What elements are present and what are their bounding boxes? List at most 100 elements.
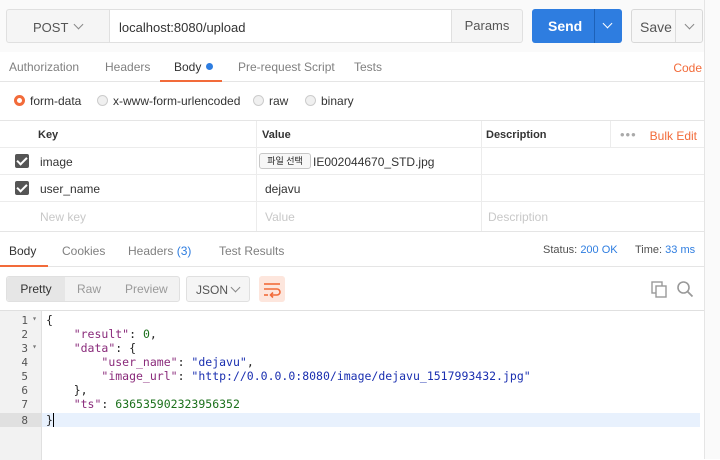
radio-icon <box>97 95 108 106</box>
line-number: 1 ▾ <box>21 314 37 327</box>
active-tab-underline <box>0 265 48 267</box>
column-value: Value <box>262 129 291 141</box>
radio-urlencoded[interactable]: x-www-form-urlencoded <box>97 94 240 108</box>
radio-form-data-label: form-data <box>30 94 82 108</box>
row-key[interactable]: user_name <box>40 182 100 196</box>
table-row: user_name dejavu <box>0 175 720 202</box>
row-key[interactable]: image <box>40 155 73 169</box>
new-key-input[interactable]: New key <box>40 210 86 224</box>
send-dropdown-icon[interactable] <box>602 18 613 29</box>
radio-binary[interactable]: binary <box>305 94 354 108</box>
request-bar: POST localhost:8080/upload Params Send S… <box>0 0 720 52</box>
line-number: 8 <box>0 413 42 427</box>
radio-icon <box>253 95 264 106</box>
time-label: Time: <box>635 244 663 256</box>
code-line: } <box>46 413 54 427</box>
params-button[interactable]: Params <box>451 9 523 43</box>
choose-file-button[interactable]: 파일 선택 <box>259 153 311 169</box>
format-select[interactable]: JSON <box>186 276 250 302</box>
text-cursor <box>52 413 54 427</box>
tab-body[interactable]: Body <box>174 60 214 74</box>
tab-body-label: Body <box>174 60 202 74</box>
row-value[interactable]: dejavu <box>265 182 300 196</box>
wrap-lines-icon <box>264 283 281 299</box>
chevron-down-icon <box>73 19 84 30</box>
tab-test-results[interactable]: Test Results <box>219 244 284 258</box>
radio-raw-label: raw <box>269 94 289 108</box>
save-button[interactable]: Save <box>631 9 703 43</box>
tab-cookies[interactable]: Cookies <box>62 244 105 258</box>
radio-selected-icon <box>14 95 25 106</box>
request-tabs: Authorization Headers Body Pre-request S… <box>0 52 720 82</box>
active-tab-underline <box>160 80 222 82</box>
view-pretty-button[interactable]: Pretty <box>7 277 65 301</box>
send-button[interactable]: Send <box>532 9 622 43</box>
column-divider <box>256 121 257 231</box>
line-number: 4 <box>21 356 28 369</box>
save-divider <box>675 10 676 42</box>
code-link[interactable]: Code <box>673 61 702 75</box>
radio-icon <box>305 95 316 106</box>
active-line-highlight <box>0 413 700 427</box>
send-label: Send <box>548 18 583 34</box>
radio-form-data[interactable]: form-data <box>14 94 81 108</box>
response-toolbar: Pretty Raw Preview JSON <box>0 268 720 310</box>
save-dropdown-icon[interactable] <box>684 19 695 30</box>
line-number: 6 <box>21 384 28 397</box>
tab-response-headers[interactable]: Headers (3) <box>128 244 191 258</box>
row-checkbox[interactable] <box>15 181 29 195</box>
new-description-input[interactable]: Description <box>488 210 548 224</box>
line-number: 7 <box>21 398 28 411</box>
column-key: Key <box>38 129 59 141</box>
view-preview-button[interactable]: Preview <box>125 282 168 296</box>
wrap-lines-button[interactable] <box>259 276 285 302</box>
fold-arrow-icon: ▾ <box>32 314 37 323</box>
new-value-input[interactable]: Value <box>265 210 295 224</box>
url-input[interactable]: localhost:8080/upload <box>110 9 452 43</box>
right-edge-panel <box>704 0 720 459</box>
status-label: Status: <box>543 244 578 256</box>
headers-count: (3) <box>176 244 192 258</box>
format-label: JSON <box>196 283 229 297</box>
view-mode-switch: Pretty Raw Preview <box>6 276 180 302</box>
code-line: }, <box>73 383 88 397</box>
params-table: Key Value Description ••• Bulk Edit imag… <box>0 120 720 231</box>
search-icon[interactable] <box>676 280 694 298</box>
tab-headers[interactable]: Headers <box>105 60 150 74</box>
bulk-edit-link[interactable]: Bulk Edit <box>650 129 697 143</box>
method-label: POST <box>33 20 69 35</box>
chevron-down-icon <box>230 282 241 293</box>
row-value[interactable]: IE002044670_STD.jpg <box>313 155 434 169</box>
time-value: 33 ms <box>665 244 696 256</box>
method-select[interactable]: POST <box>6 9 110 43</box>
more-options-icon[interactable]: ••• <box>620 127 637 142</box>
table-header: Key Value Description ••• Bulk Edit <box>0 121 720 148</box>
time-readout: Time: 33 ms <box>635 244 695 256</box>
modified-dot-icon <box>206 63 214 70</box>
tab-response-headers-label: Headers <box>128 244 174 258</box>
response-tabs: Body Cookies Headers (3) Test Results St… <box>0 231 720 267</box>
radio-raw[interactable]: raw <box>253 94 288 108</box>
tab-pre-request-script[interactable]: Pre-request Script <box>238 60 335 74</box>
view-raw-button[interactable]: Raw <box>77 282 101 296</box>
copy-icon[interactable] <box>650 280 668 298</box>
status-value: 200 OK <box>580 244 618 256</box>
url-value: localhost:8080/upload <box>119 20 246 35</box>
column-divider <box>481 121 482 231</box>
response-body-editor[interactable]: 1 ▾ 2 3 ▾ 4 5 6 7 8 { "result": 0, "data":… <box>0 310 720 460</box>
code-line: "result": 0, <box>73 327 157 341</box>
column-description: Description <box>486 129 547 141</box>
radio-binary-label: binary <box>321 94 354 108</box>
tab-tests[interactable]: Tests <box>354 60 382 74</box>
line-number: 3 ▾ <box>21 342 37 355</box>
tab-authorization[interactable]: Authorization <box>9 60 79 74</box>
tab-response-body[interactable]: Body <box>9 244 36 258</box>
send-divider <box>594 9 595 43</box>
row-checkbox[interactable] <box>15 154 29 168</box>
table-row: image 파일 선택 IE002044670_STD.jpg <box>0 148 720 175</box>
code-line: "image_url": "http://0.0.0.0:8080/image/… <box>101 369 531 383</box>
line-number: 2 <box>21 328 28 341</box>
code-line: "data": { <box>73 341 137 355</box>
code-line: "ts": 636535902323956352 <box>73 397 240 411</box>
body-type-options: form-data x-www-form-urlencoded raw bina… <box>0 83 720 120</box>
